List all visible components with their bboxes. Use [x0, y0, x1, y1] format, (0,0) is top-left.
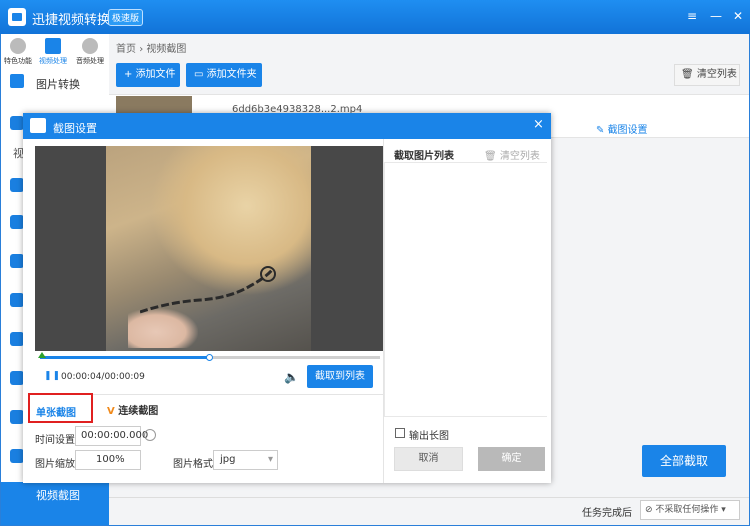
export-long-image-checkbox[interactable]: [395, 428, 405, 438]
menu-icon[interactable]: ≡: [684, 8, 700, 24]
minimize-icon[interactable]: —: [708, 8, 724, 24]
task-done-label: 任务完成后: [582, 508, 632, 519]
chevron-down-icon: ▾: [718, 505, 726, 515]
capture-to-list-button[interactable]: 截取到列表: [307, 365, 373, 388]
plus-icon: +: [124, 69, 136, 80]
sidebar-icon[interactable]: [10, 332, 24, 346]
dialog-title: 截图设置: [53, 122, 97, 135]
clear-list-button[interactable]: 🗑 清空列表: [674, 64, 740, 86]
sidebar-icon[interactable]: [10, 410, 24, 424]
edit-icon: ✎: [596, 125, 608, 136]
tab-continuous-capture[interactable]: V 连续截图: [107, 402, 158, 417]
cancel-button[interactable]: 取消: [394, 447, 463, 471]
format-label: 图片格式:: [173, 459, 217, 470]
start-marker-icon[interactable]: [38, 352, 46, 358]
add-folder-button[interactable]: ▭ 添加文件夹: [186, 63, 262, 87]
trash-icon: 🗑: [484, 151, 500, 162]
after-task-value: 不采取任何操作: [655, 505, 719, 515]
close-window-icon[interactable]: ✕: [730, 8, 746, 24]
capture-list-area[interactable]: [384, 162, 547, 417]
export-long-image-label: 输出长图: [409, 431, 449, 442]
ok-button[interactable]: 确定: [478, 447, 545, 471]
sidebar-icon[interactable]: [10, 178, 24, 192]
crown-icon: V: [107, 406, 119, 417]
dialog-logo-icon: [30, 118, 46, 133]
breadcrumb-separator: ›: [139, 44, 144, 55]
format-value: jpg: [220, 454, 236, 465]
sidebar-icon[interactable]: [10, 254, 24, 268]
image-convert-icon: [10, 74, 24, 88]
topic-audio[interactable]: 音频处理: [75, 38, 105, 66]
add-folder-label: 添加文件夹: [206, 69, 257, 80]
star-icon: [10, 38, 26, 54]
after-task-select[interactable]: ⊘ 不采取任何操作 ▾: [640, 500, 740, 520]
sidebar-item-image-convert[interactable]: 图片转换: [36, 76, 80, 92]
format-select[interactable]: jpg ▾: [213, 450, 278, 470]
sidebar-icon[interactable]: [10, 293, 24, 307]
add-file-label: 添加文件: [135, 69, 176, 80]
breadcrumb-home[interactable]: 首页: [116, 44, 136, 55]
breadcrumb-current: 视频截图: [146, 44, 187, 55]
topic-featured[interactable]: 特色功能: [3, 38, 33, 66]
zoom-input[interactable]: 100%: [75, 450, 141, 470]
tab-continuous-label: 连续截图: [118, 406, 159, 417]
chevron-down-icon: ▾: [267, 454, 273, 465]
topic-video[interactable]: 视频处理: [38, 38, 68, 66]
file-settings-label: 截图设置: [607, 125, 648, 136]
video-frame-chain: [140, 266, 276, 314]
file-settings-link[interactable]: ✎ 截图设置: [596, 121, 648, 136]
topic-video-label: 视频处理: [39, 57, 67, 65]
capture-list-clear-label: 清空列表: [499, 151, 540, 162]
sidebar-icon[interactable]: [10, 449, 24, 463]
seek-handle[interactable]: [206, 354, 213, 361]
pause-icon[interactable]: ❚❚: [44, 371, 61, 381]
capture-list-clear[interactable]: 🗑 清空列表: [484, 147, 540, 162]
folder-icon: ▭: [194, 69, 207, 80]
stop-icon: ⊘: [645, 505, 656, 515]
clock-icon[interactable]: [144, 429, 156, 441]
content-header: [109, 34, 749, 60]
dialog-close-icon[interactable]: ×: [533, 117, 544, 132]
topic-featured-label: 特色功能: [4, 57, 32, 65]
music-icon: [82, 38, 98, 54]
sidebar-icon[interactable]: [10, 215, 24, 229]
sidebar-icon[interactable]: [10, 371, 24, 385]
edition-badge: 极速版: [108, 9, 144, 26]
tab-single-capture[interactable]: 单张截图: [28, 393, 93, 423]
app-logo-icon: [8, 8, 26, 26]
film-icon: [45, 38, 61, 54]
add-file-button[interactable]: + 添加文件: [116, 63, 180, 87]
zoom-label: 图片缩放:: [35, 459, 79, 470]
volume-icon[interactable]: 🔈: [284, 370, 299, 384]
video-frame-hand: [128, 308, 198, 348]
seek-bar-fill: [40, 356, 210, 359]
clear-list-label: 清空列表: [696, 69, 737, 80]
time-setting-label: 时间设置:: [35, 435, 79, 446]
capture-list-title: 截取图片列表: [394, 151, 454, 162]
convert-all-button[interactable]: 全部截取: [642, 445, 726, 477]
topic-audio-label: 音频处理: [76, 57, 104, 65]
breadcrumb: 首页 › 视频截图: [116, 40, 186, 55]
playback-time: 00:00:04/00:00:09: [61, 372, 145, 382]
time-input[interactable]: 00:00:00.000: [75, 426, 148, 446]
dialog-title-bar: [23, 113, 551, 139]
sidebar-icon[interactable]: [10, 116, 24, 130]
sidebar-active-label: 视频截图: [36, 489, 80, 502]
trash-icon: 🗑: [681, 69, 697, 80]
